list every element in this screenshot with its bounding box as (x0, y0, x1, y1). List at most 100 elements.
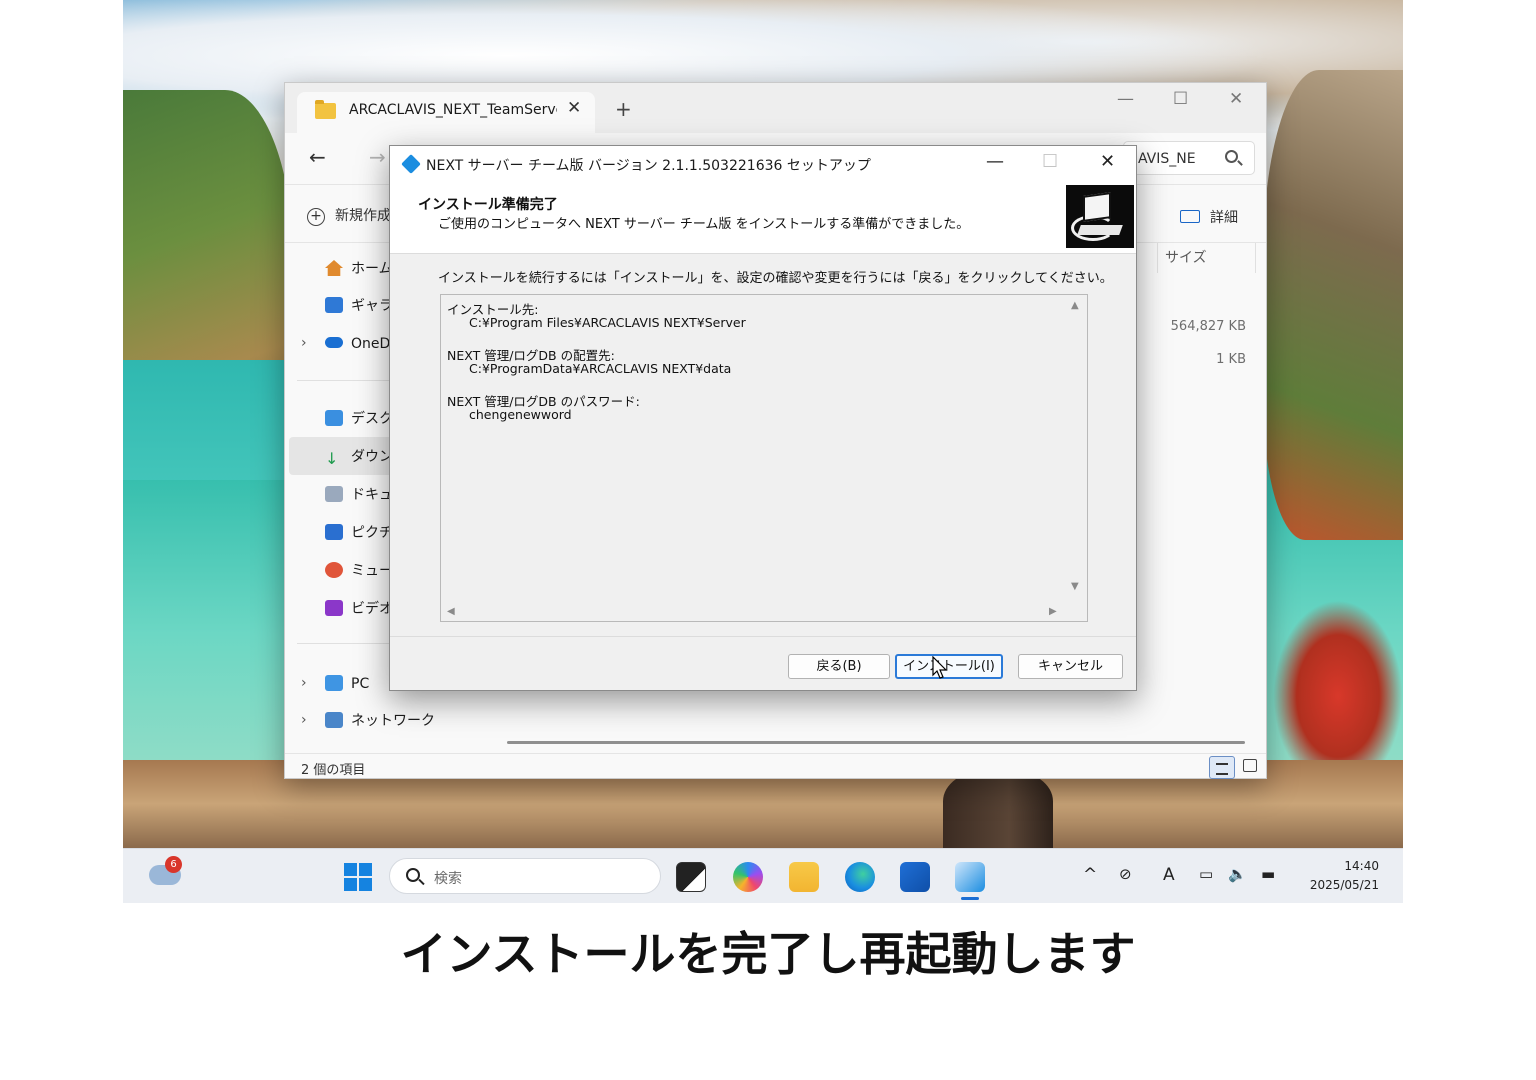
start-button[interactable] (344, 863, 372, 891)
windows-logo-pane (359, 863, 372, 876)
wallpaper-red-shrubs (1273, 600, 1403, 760)
dialog-title: NEXT サーバー チーム版 バージョン 2.1.1.503221636 セット… (426, 158, 871, 174)
file-size-value: 564,827 KB (1170, 319, 1246, 334)
item-count: 2 個の項目 (301, 763, 366, 778)
details-pane-icon (1180, 210, 1200, 223)
installer-app-icon (401, 154, 421, 174)
memo-horizontal-scrollbar[interactable]: ◀ ▶ (441, 603, 1087, 621)
taskbar-clock[interactable]: 14:40 2025/05/21 (1303, 857, 1379, 895)
explorer-search-input[interactable]: AVIS_NE (1123, 141, 1255, 175)
video-icon (325, 600, 343, 616)
screen: ARCACLAVIS_NEXT_TeamServer ✕ + — ☐ ✕ ← →… (0, 0, 1536, 1080)
sidebar-item-label: ピクチ (351, 525, 393, 541)
sidebar-item-pc[interactable]: PC (325, 673, 369, 695)
explorer-close-button[interactable]: ✕ (1229, 89, 1243, 109)
sidebar-item-gallery[interactable]: ギャラ (325, 295, 393, 317)
dialog-heading: インストール準備完了 (418, 197, 558, 213)
memo-vertical-scrollbar[interactable]: ▲ ▼ (1065, 295, 1087, 605)
details-pane-button[interactable]: 詳細 (1180, 207, 1238, 227)
folder-icon (315, 100, 336, 119)
explorer-minimize-button[interactable]: — (1117, 89, 1134, 109)
dialog-instruction: インストールを続行するには「インストール」を、設定の確認や変更を行うには「戻る」… (438, 271, 1113, 286)
explorer-search-text: AVIS_NE (1138, 151, 1196, 167)
windows-logo-pane (344, 878, 357, 891)
sidebar-item-videos[interactable]: ビデオ (325, 598, 393, 620)
sidebar-item-onedrive[interactable]: OneD (325, 333, 390, 355)
dialog-close-button[interactable]: ✕ (1100, 151, 1115, 172)
download-arrow-icon: ↓ (325, 449, 339, 468)
dialog-footer-divider (390, 636, 1136, 637)
dialog-maximize-button: ☐ (1042, 151, 1059, 172)
sidebar-item-label: ビデオ (351, 601, 393, 617)
setup-dialog: NEXT サーバー チーム版 バージョン 2.1.1.503221636 セット… (389, 145, 1137, 691)
scroll-right-icon[interactable]: ▶ (1049, 606, 1057, 617)
chevron-right-icon[interactable]: › (301, 712, 307, 728)
installer-taskbar-icon[interactable] (955, 862, 985, 892)
new-item-button[interactable]: + 新規作成 (307, 205, 391, 226)
show-hidden-icons-chevron-icon[interactable]: ^ (1083, 865, 1097, 885)
dialog-minimize-button[interactable]: — (986, 151, 1004, 172)
back-button[interactable]: 戻る(B) (788, 654, 890, 679)
column-divider (1255, 243, 1256, 273)
dialog-subheading: ご使用のコンピュータへ NEXT サーバー チーム版 をインストールする準備がで… (438, 217, 970, 232)
explorer-titlebar: ARCACLAVIS_NEXT_TeamServer ✕ + — ☐ ✕ (285, 83, 1266, 133)
sidebar-item-downloads[interactable]: ↓ ダウン (325, 446, 393, 468)
taskbar-search-input[interactable]: 検索 (389, 858, 661, 894)
windows-logo-pane (359, 878, 372, 891)
desktop-icon (325, 410, 343, 426)
tab-close-button[interactable]: ✕ (567, 98, 581, 118)
explorer-tab[interactable]: ARCACLAVIS_NEXT_TeamServer ✕ (297, 92, 595, 133)
plus-circle-icon: + (307, 208, 325, 226)
forward-button[interactable]: → (369, 145, 386, 169)
ime-language-indicator[interactable]: A (1163, 865, 1175, 885)
sidebar-item-network[interactable]: ネットワーク (325, 710, 435, 732)
install-button[interactable]: インストール(I) (895, 654, 1003, 679)
tiles-view-icon[interactable] (1243, 759, 1257, 772)
ready-memo-textbox[interactable]: インストール先: C:¥Program Files¥ARCACLAVIS NEX… (440, 294, 1088, 622)
task-view-icon[interactable] (676, 862, 706, 892)
scroll-down-icon[interactable]: ▼ (1071, 581, 1079, 592)
file-explorer-icon[interactable] (789, 862, 819, 892)
back-button[interactable]: ← (309, 145, 326, 169)
chevron-right-icon[interactable]: › (301, 335, 307, 351)
volume-icon[interactable]: 🔈 (1228, 865, 1247, 883)
pictures-icon (325, 524, 343, 540)
vpn-eye-off-icon[interactable]: ⊘ (1119, 865, 1132, 883)
horizontal-scrollbar[interactable] (507, 741, 1245, 744)
wallpaper-hill-right (1263, 70, 1403, 540)
scroll-up-icon[interactable]: ▲ (1071, 300, 1079, 311)
column-header-size[interactable]: サイズ (1165, 247, 1207, 267)
sidebar-item-desktop[interactable]: デスク (325, 408, 393, 430)
dialog-titlebar: NEXT サーバー チーム版 バージョン 2.1.1.503221636 セット… (390, 146, 1136, 182)
sidebar-item-label: ギャラ (351, 298, 393, 314)
tutorial-caption: インストールを完了し再起動します (400, 927, 1136, 981)
edge-browser-icon[interactable] (845, 862, 875, 892)
clock-date: 2025/05/21 (1309, 878, 1379, 892)
store-icon[interactable] (900, 862, 930, 892)
scroll-left-icon[interactable]: ◀ (447, 606, 455, 617)
sidebar-item-home[interactable]: ホーム (325, 258, 393, 280)
wallpaper-tree-trunk (943, 770, 1053, 848)
chevron-right-icon[interactable]: › (301, 675, 307, 691)
new-tab-button[interactable]: + (615, 97, 632, 121)
windows-logo-pane (344, 863, 357, 876)
details-label: 詳細 (1210, 210, 1238, 226)
explorer-statusbar: 2 個の項目 (285, 753, 1266, 780)
memo-pw-value: chengenewword (469, 407, 572, 422)
network-icon[interactable]: ▭ (1199, 865, 1213, 883)
details-view-icon[interactable] (1209, 756, 1235, 779)
dialog-header: インストール準備完了 ご使用のコンピュータへ NEXT サーバー チーム版 をイ… (390, 182, 1136, 254)
search-icon (406, 868, 420, 882)
explorer-maximize-button[interactable]: ☐ (1173, 89, 1188, 109)
sidebar-item-pictures[interactable]: ピクチ (325, 522, 393, 544)
sidebar-item-documents[interactable]: ドキュ (325, 484, 393, 506)
sidebar-item-label: OneD (351, 336, 391, 352)
cancel-button[interactable]: キャンセル (1018, 654, 1123, 679)
logo-base (1077, 225, 1123, 235)
notification-badge: 6 (165, 856, 182, 873)
home-icon (325, 260, 343, 276)
cloud-icon (325, 337, 343, 348)
battery-icon[interactable]: ▬ (1261, 865, 1275, 883)
sidebar-item-label: デスク (351, 411, 393, 427)
copilot-icon[interactable] (733, 862, 763, 892)
